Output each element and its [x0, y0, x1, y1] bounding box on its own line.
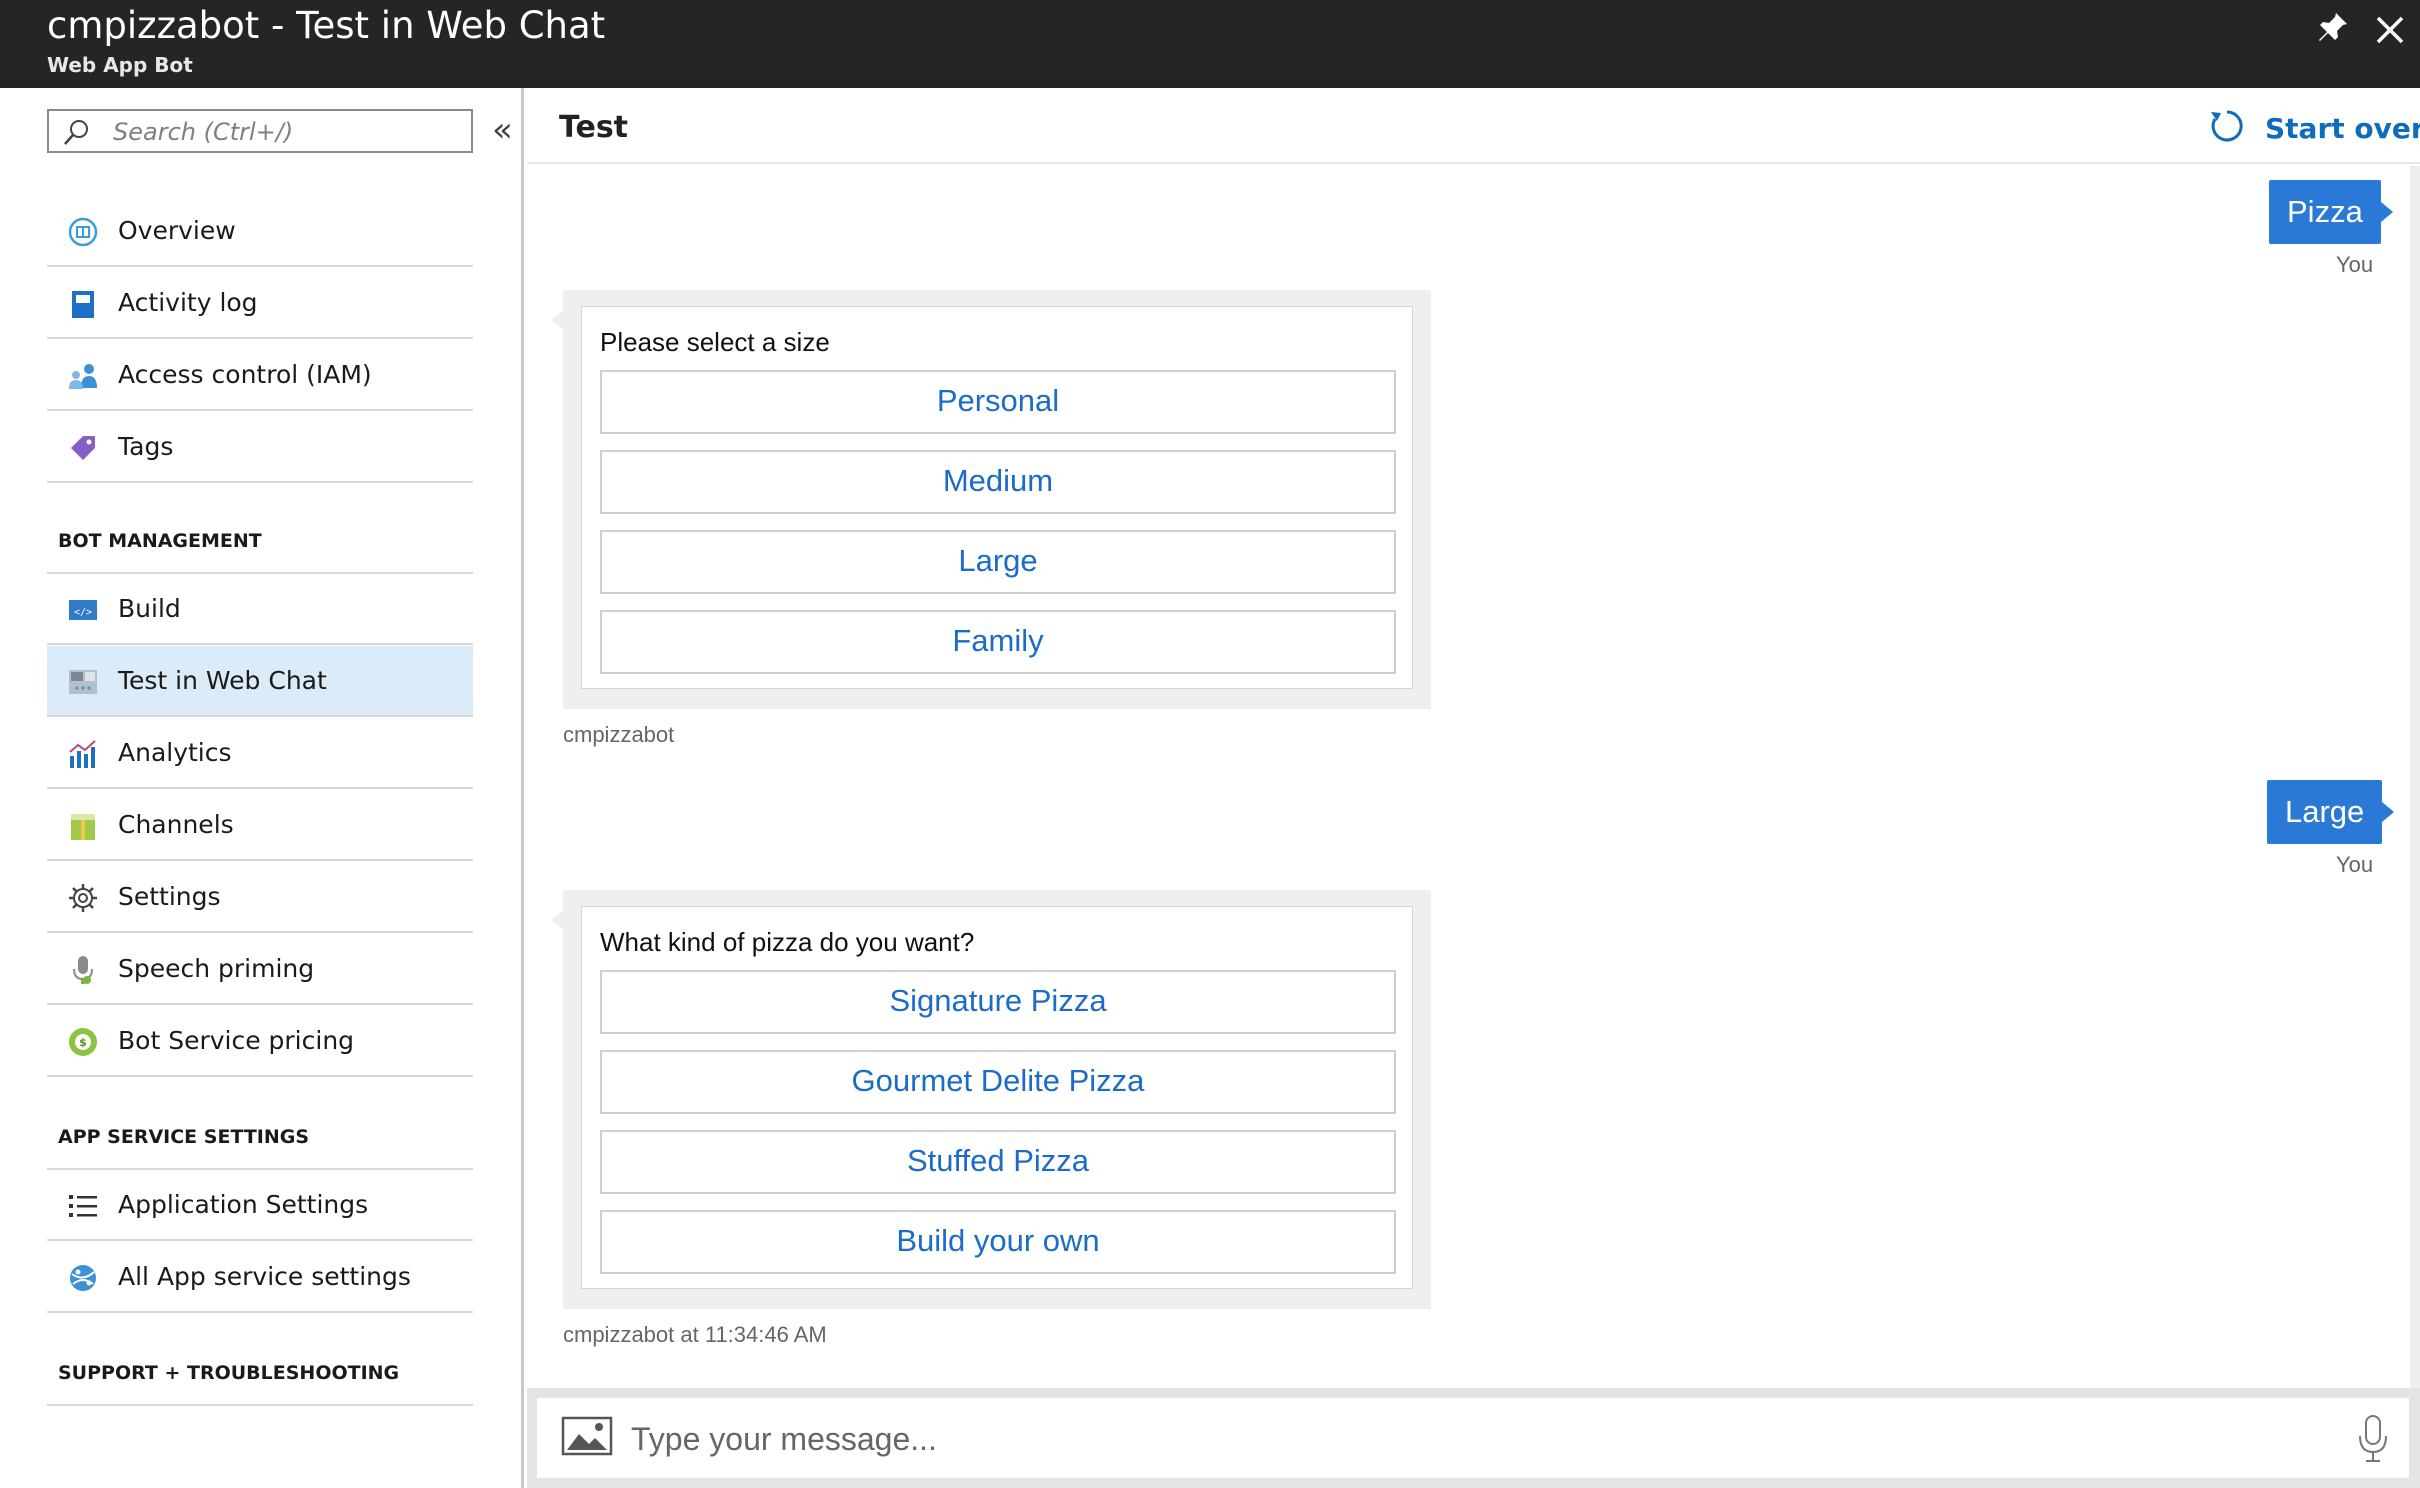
search-input[interactable]	[111, 115, 455, 149]
svg-text:$: $	[79, 1036, 87, 1049]
card-question: What kind of pizza do you want?	[600, 927, 975, 957]
sidebar-item-channels[interactable]: Channels	[47, 790, 473, 861]
sidebar-item-label: Overview	[118, 216, 236, 245]
sidebar-item-label: Test in Web Chat	[118, 666, 327, 695]
window-title: cmpizzabot - Test in Web Chat	[47, 4, 606, 47]
sender-label: You	[2336, 252, 2374, 277]
analytics-icon	[69, 740, 96, 768]
start-over-label: Start over	[2265, 112, 2420, 145]
window-subtitle: Web App Bot	[47, 53, 193, 77]
message-input[interactable]	[629, 1416, 2283, 1462]
tag-icon	[71, 436, 95, 460]
access-control-icon	[69, 364, 97, 389]
microphone-icon	[73, 956, 93, 984]
message-input-box	[537, 1398, 2409, 1478]
sidebar-item-label: Analytics	[118, 738, 232, 767]
sidebar-item-label: Access control (IAM)	[118, 360, 372, 389]
close-icon[interactable]	[2372, 12, 2408, 48]
sender-label: You	[2336, 852, 2374, 877]
sidebar-item-label: Build	[118, 594, 181, 623]
option-button[interactable]: Stuffed Pizza	[600, 1130, 1396, 1194]
search-box[interactable]	[47, 109, 473, 153]
sidebar-item-overview[interactable]: Overview	[47, 196, 473, 267]
sidebar-item-label: Bot Service pricing	[118, 1026, 355, 1055]
panel-header: Test Start over	[527, 88, 2420, 164]
image-upload-icon[interactable]	[561, 1416, 613, 1456]
sidebar-item-analytics[interactable]: Analytics	[47, 718, 473, 789]
hero-card: Please select a size Personal Medium Lar…	[581, 306, 1413, 689]
search-icon	[64, 120, 88, 145]
microphone-icon[interactable]	[2355, 1414, 2391, 1464]
activity-log-icon	[72, 291, 94, 318]
sidebar-item-test-in-web-chat[interactable]: Test in Web Chat	[47, 646, 473, 717]
sidebar-item-label: Speech priming	[118, 954, 315, 983]
collapse-sidebar-button[interactable]: «	[492, 110, 513, 150]
sidebar-item-build[interactable]: </> Build	[47, 574, 473, 645]
user-message: Large	[2267, 780, 2395, 844]
hero-card: What kind of pizza do you want? Signatur…	[581, 906, 1413, 1289]
sidebar-item-label: All App service settings	[118, 1262, 411, 1291]
section-heading-bot-management: BOT MANAGEMENT	[58, 530, 262, 552]
user-message: Pizza	[2269, 180, 2393, 244]
build-icon: </>	[69, 600, 97, 620]
option-button[interactable]: Signature Pizza	[600, 970, 1396, 1034]
overview-icon	[68, 217, 98, 247]
bot-card: Please select a size Personal Medium Lar…	[551, 290, 1431, 709]
sidebar-item-settings[interactable]: Settings	[47, 862, 473, 933]
section-heading-app-service-settings: APP SERVICE SETTINGS	[58, 1126, 310, 1148]
gear-icon	[69, 884, 97, 912]
sidebar-item-bot-service-pricing[interactable]: $ Bot Service pricing	[47, 1006, 473, 1077]
section-heading-support-troubleshooting: SUPPORT + TROUBLESHOOTING	[58, 1362, 400, 1384]
sidebar-item-label: Activity log	[118, 288, 258, 317]
web-chat-icon	[69, 670, 97, 694]
page-title: Test	[559, 110, 629, 145]
option-button[interactable]: Gourmet Delite Pizza	[600, 1050, 1396, 1114]
option-button[interactable]: Build your own	[600, 1210, 1396, 1274]
option-button[interactable]: Large	[600, 530, 1396, 594]
sidebar-item-all-app-service-settings[interactable]: All App service settings	[47, 1242, 473, 1313]
svg-text:</>: </>	[74, 607, 92, 618]
message-meta: cmpizzabot	[563, 722, 675, 747]
main-panel: Test Start over Pizza You Please select …	[527, 88, 2420, 1488]
card-question: Please select a size	[600, 327, 830, 357]
sidebar-item-speech-priming[interactable]: Speech priming	[47, 934, 473, 1005]
sidebar-item-tags[interactable]: Tags	[47, 412, 473, 483]
option-button[interactable]: Personal	[600, 370, 1396, 434]
section-divider	[47, 1404, 473, 1406]
sidebar-item-access-control[interactable]: Access control (IAM)	[47, 340, 473, 411]
sidebar-item-application-settings[interactable]: Application Settings	[47, 1170, 473, 1241]
chat-scrollbar[interactable]	[2410, 166, 2420, 1388]
chat-transcript: Pizza You Please select a size Personal …	[527, 166, 2410, 1388]
refresh-icon	[2211, 110, 2243, 142]
sidebar: « Overview Activity log Access control (…	[0, 88, 524, 1488]
pricing-icon: $	[69, 1028, 97, 1056]
sidebar-item-activity-log[interactable]: Activity log	[47, 268, 473, 339]
app-service-icon	[70, 1265, 96, 1291]
sidebar-item-label: Settings	[118, 882, 221, 911]
list-icon	[69, 1195, 97, 1217]
option-button[interactable]: Family	[600, 610, 1396, 674]
pin-icon[interactable]	[2314, 10, 2350, 46]
sidebar-item-label: Tags	[118, 432, 174, 461]
message-meta: cmpizzabot at 11:34:46 AM	[563, 1322, 827, 1347]
channels-icon	[71, 814, 95, 840]
option-button[interactable]: Medium	[600, 450, 1396, 514]
title-bar: cmpizzabot - Test in Web Chat Web App Bo…	[0, 0, 2420, 88]
sidebar-item-label: Channels	[118, 810, 234, 839]
sidebar-item-label: Application Settings	[118, 1190, 369, 1219]
message-input-bar	[527, 1388, 2420, 1488]
bot-card: What kind of pizza do you want? Signatur…	[551, 890, 1431, 1309]
